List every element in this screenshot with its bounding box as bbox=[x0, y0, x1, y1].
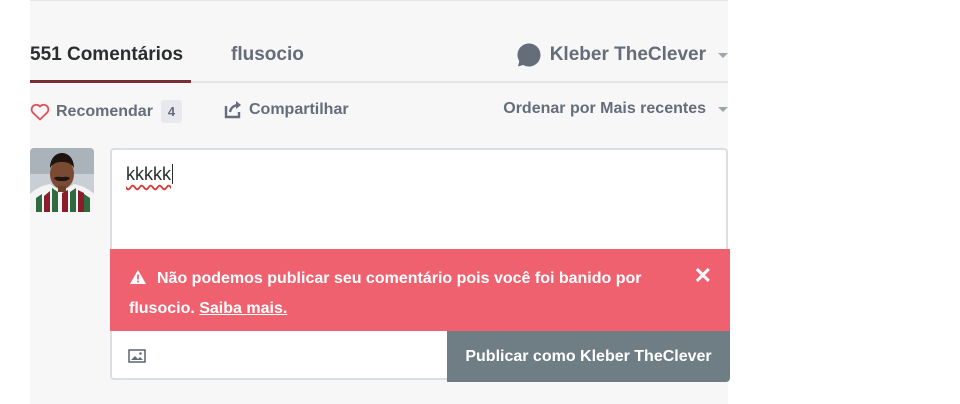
sort-label: Ordenar por Mais recentes bbox=[503, 100, 706, 117]
composer-footer: Publicar como Kleber TheClever bbox=[112, 331, 730, 382]
share-button[interactable]: Compartilhar bbox=[224, 100, 349, 119]
text-cursor bbox=[172, 164, 173, 184]
recommend-label: Recomendar bbox=[56, 102, 153, 120]
comment-text: kkkkk bbox=[126, 164, 171, 184]
publish-button[interactable]: Publicar como Kleber TheClever bbox=[447, 331, 730, 382]
tab-forum[interactable]: flusocio bbox=[231, 44, 304, 66]
avatar bbox=[30, 148, 94, 212]
user-menu[interactable]: Kleber TheClever bbox=[516, 42, 728, 68]
comment-composer: kkkkk Não podemos publicar seu comentári… bbox=[110, 148, 730, 382]
sort-dropdown[interactable]: Ordenar por Mais recentes bbox=[503, 100, 728, 118]
close-icon[interactable]: ✕ bbox=[694, 261, 712, 291]
heart-icon bbox=[30, 103, 50, 120]
avatar-image bbox=[30, 148, 94, 212]
chevron-down-icon bbox=[718, 52, 728, 58]
image-icon[interactable] bbox=[128, 349, 146, 363]
share-icon bbox=[224, 101, 241, 119]
comment-textarea[interactable]: kkkkk bbox=[126, 164, 173, 185]
learn-more-link[interactable]: Saiba mais. bbox=[199, 300, 287, 317]
tab-comments-count[interactable]: 551 Comentários bbox=[30, 44, 183, 66]
ban-alert: Não podemos publicar seu comentário pois… bbox=[110, 249, 730, 331]
active-tab-indicator bbox=[30, 80, 191, 83]
recommend-count-badge: 4 bbox=[160, 100, 183, 123]
comments-tabs: 551 Comentários flusocio Kleber TheCleve… bbox=[30, 1, 728, 83]
recommend-button[interactable]: Recomendar 4 bbox=[30, 100, 183, 123]
chat-bubble-icon bbox=[517, 43, 541, 67]
share-label: Compartilhar bbox=[249, 100, 349, 118]
warning-icon bbox=[130, 270, 146, 284]
comments-panel: 551 Comentários flusocio Kleber TheCleve… bbox=[30, 0, 730, 404]
chevron-down-icon bbox=[718, 106, 728, 112]
comment-actions-bar: Recomendar 4 Compartilhar Ordenar por Ma… bbox=[30, 100, 728, 123]
user-name: Kleber TheClever bbox=[549, 44, 706, 65]
